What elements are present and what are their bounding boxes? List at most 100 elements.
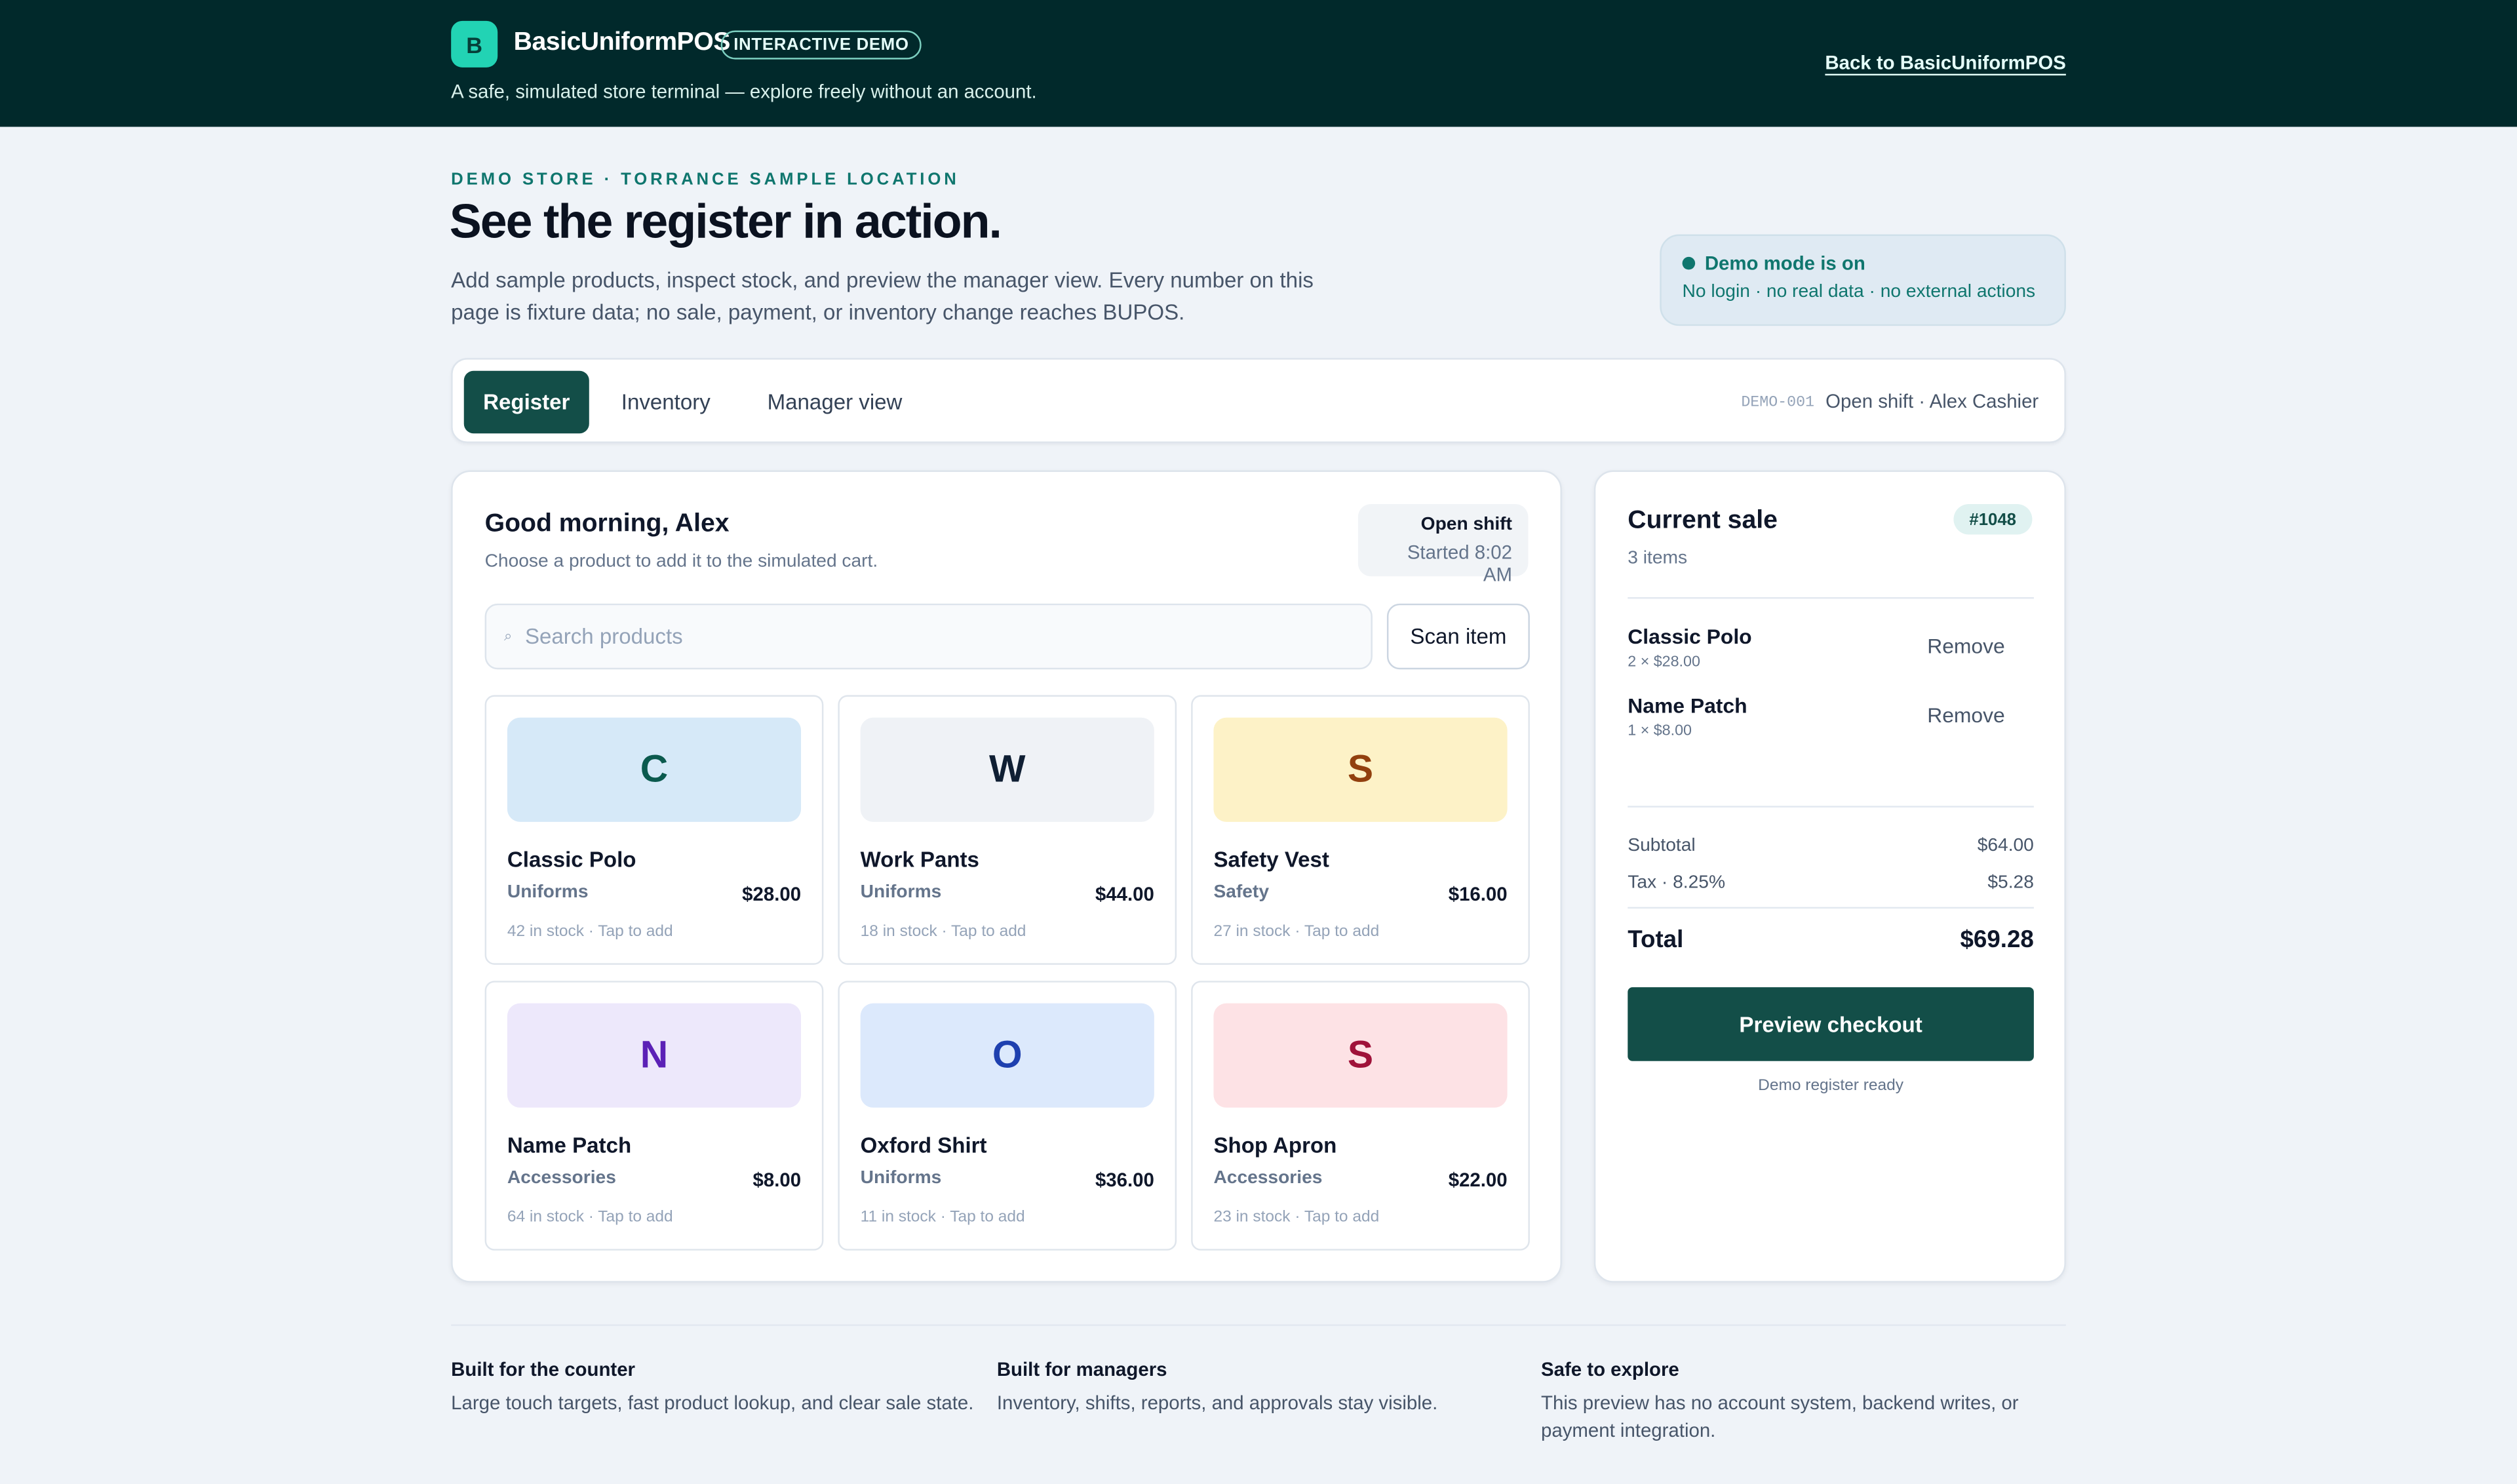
feature-title: Built for managers [996,1357,1167,1381]
back-link[interactable]: Back to BasicUniformPOS [1825,51,2065,73]
register-code: DEMO-001 [1741,392,1815,410]
feature-title: Built for the counter [451,1357,636,1381]
product-price: $44.00 [1095,882,1154,906]
product-thumb: C [507,717,802,822]
status-dot-icon [1682,256,1696,270]
product-category: Uniforms [860,1168,942,1188]
product-stock: 42 in stock · Tap to add [507,923,673,941]
tab-bar: Register Inventory Manager view DEMO-001… [451,358,2066,443]
item-count: 3 items [1628,549,1688,568]
demo-mode-title: Demo mode is on [1704,252,1865,275]
product-category: Uniforms [507,882,589,903]
product-thumb: S [1213,717,1508,822]
search-icon: ⌕ [503,627,513,644]
product-name: Oxford Shirt [860,1133,987,1158]
order-number-badge: #1048 [1953,503,2033,535]
total-label: Total [1628,926,1684,954]
page-description: Add sample products, inspect stock, and … [451,267,1314,324]
total-row: Total $69.28 [1628,926,2034,954]
greeting-subtitle: Choose a product to add it to the simula… [484,552,878,572]
remove-button[interactable]: Remove [1927,634,2005,658]
product-card[interactable]: S Shop Apron Accessories $22.00 23 in st… [1191,981,1530,1251]
product-thumb: N [507,1003,802,1108]
search-input[interactable] [524,624,1328,649]
shift-chip: Open shift Started 8:02 AM [1357,503,1529,586]
product-thumb: S [1213,1003,1508,1108]
feature-counter: Built for the counter Large touch target… [451,1358,981,1416]
divider [1628,907,2034,909]
page-title: See the register in action. [449,195,1002,249]
tab-register[interactable]: Register [463,370,589,434]
tax-row: Tax · 8.25% $5.28 [1628,873,2034,892]
feature-description: Large touch targets, fast product lookup… [451,1392,974,1415]
register-panel: Good morning, Alex Choose a product to a… [451,470,1562,1283]
product-stock: 27 in stock · Tap to add [1213,923,1380,941]
feature-description: Inventory, shifts, reports, and approval… [996,1392,1438,1415]
line-item-qty: 1 × $8.00 [1628,722,1692,740]
demo-mode-notice: Demo mode is on No login · no real data … [1660,234,2066,326]
feature-managers: Built for managers Inventory, shifts, re… [997,1358,1527,1416]
scan-item-button[interactable]: Scan item [1386,603,1530,670]
shift-chip-time: Started 8:02 AM [1407,541,1512,586]
shift-info: DEMO-001 Open shift · Alex Cashier [1741,390,2039,412]
subtotal-label: Subtotal [1628,836,1696,856]
divider [1628,597,2034,599]
current-sale-panel: Current sale #1048 3 items Classic Polo … [1593,470,2066,1283]
product-name: Shop Apron [1213,1133,1337,1158]
product-card[interactable]: N Name Patch Accessories $8.00 64 in sto… [484,981,824,1251]
shift-chip-title: Open shift [1420,515,1512,535]
brand-name: BasicUniformPOS [513,29,731,56]
product-category: Uniforms [860,882,942,903]
sale-title: Current sale [1628,507,1778,535]
product-category: Accessories [1213,1168,1323,1188]
product-price: $8.00 [752,1168,802,1192]
greeting: Good morning, Alex [484,510,730,538]
product-name: Work Pants [860,848,979,872]
subtotal-value: $64.00 [1977,836,2034,856]
product-name: Safety Vest [1213,848,1329,872]
register-status: Demo register ready [1758,1077,1904,1095]
top-bar: B BasicUniformPOS INTERACTIVE DEMO A saf… [0,0,2517,127]
product-price: $36.00 [1095,1168,1154,1192]
product-name: Classic Polo [507,848,636,872]
footer-divider [451,1324,2066,1326]
brand-logo: B [451,20,498,68]
demo-badge: INTERACTIVE DEMO [720,30,922,60]
subtotal-row: Subtotal $64.00 [1628,836,2034,855]
store-eyebrow: DEMO STORE · TORRANCE SAMPLE LOCATION [451,170,960,189]
product-stock: 23 in stock · Tap to add [1213,1209,1380,1227]
product-thumb: O [860,1003,1154,1108]
cart-line-item: Name Patch 1 × $8.00 Remove [1628,693,2034,748]
divider [1628,806,2034,808]
tab-manager-view[interactable]: Manager view [747,371,924,434]
product-stock: 18 in stock · Tap to add [860,923,1026,941]
line-item-name: Classic Polo [1628,624,1752,649]
demo-mode-subtitle: No login · no real data · no external ac… [1682,283,2036,302]
tax-value: $5.28 [1987,873,2034,893]
product-card[interactable]: C Classic Polo Uniforms $28.00 42 in sto… [484,695,824,965]
product-card[interactable]: O Oxford Shirt Uniforms $36.00 11 in sto… [838,981,1177,1251]
product-price: $16.00 [1448,882,1508,906]
line-item-qty: 2 × $28.00 [1628,653,1700,671]
product-stock: 11 in stock · Tap to add [860,1209,1025,1227]
feature-safe: Safe to explore This preview has no acco… [1541,1358,2055,1443]
product-thumb: W [860,717,1154,822]
remove-button[interactable]: Remove [1927,703,2005,728]
preview-checkout-button[interactable]: Preview checkout [1628,987,2034,1061]
product-search: ⌕ [484,603,1373,670]
tab-inventory[interactable]: Inventory [600,371,732,434]
product-name: Name Patch [507,1133,632,1158]
product-price: $28.00 [742,882,802,906]
tax-label: Tax · 8.25% [1628,873,1726,893]
page: B BasicUniformPOS INTERACTIVE DEMO A saf… [0,0,2517,1483]
product-price: $22.00 [1448,1168,1508,1192]
cart-line-item: Classic Polo 2 × $28.00 Remove [1628,625,2034,679]
product-card[interactable]: W Work Pants Uniforms $44.00 18 in stock… [838,695,1177,965]
shift-status: Open shift · Alex Cashier [1825,390,2039,413]
line-item-name: Name Patch [1628,693,1747,718]
product-stock: 64 in stock · Tap to add [507,1209,673,1227]
product-card[interactable]: S Safety Vest Safety $16.00 27 in stock … [1191,695,1530,965]
product-category: Accessories [507,1168,616,1188]
feature-title: Safe to explore [1541,1357,1679,1381]
total-value: $69.28 [1960,926,2034,954]
